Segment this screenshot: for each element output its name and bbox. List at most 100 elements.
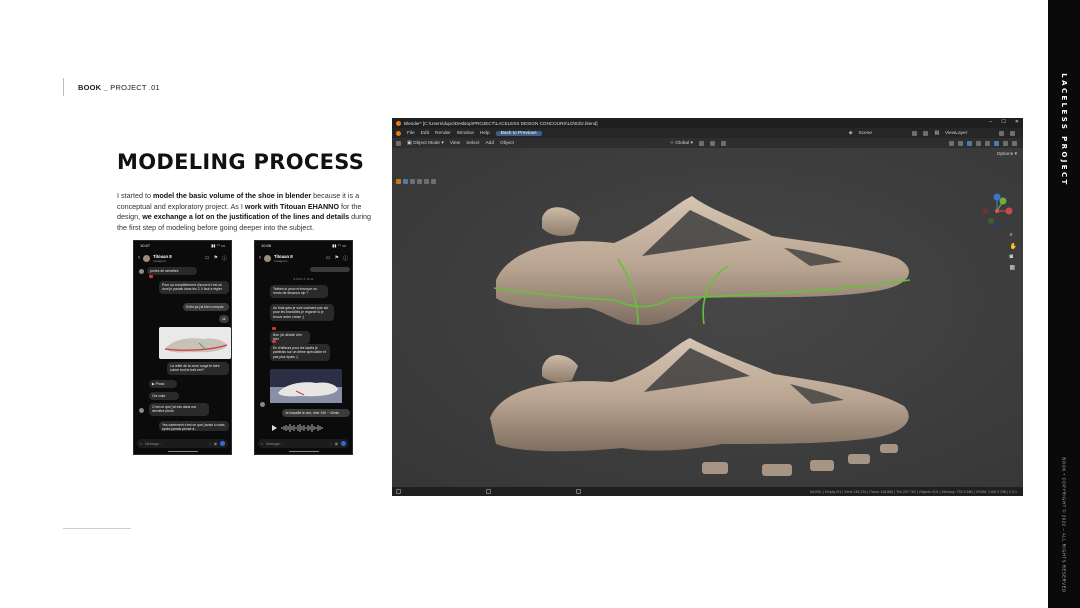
avatar [139, 408, 144, 413]
object-mode-dropdown[interactable]: ▣ Object Mode ▾ [407, 141, 444, 146]
menu-help[interactable]: Help [480, 131, 490, 136]
phone-screenshot-2: 10:58 ▮▮ ◠ ▭ ‹ Titouan E Instagram ▭ ⚑ ⓘ 9 A… [254, 240, 353, 455]
photo-message[interactable]: ▶ Photo [149, 380, 177, 389]
menu-object[interactable]: Object [500, 141, 514, 146]
gizmo-toggle-icon[interactable] [958, 140, 963, 146]
chat-contact[interactable]: Titouan E Instagram [274, 254, 293, 263]
chat-contact[interactable]: Titouan E Instagram [153, 254, 172, 263]
visibility-icon[interactable] [949, 140, 954, 146]
blender-window: Blender* [C:\Users\dupo\Desktop\PROJECT\… [392, 118, 1023, 496]
mode-label: Object Mode [412, 140, 441, 146]
snap-icon[interactable] [709, 140, 715, 146]
page-title: MODELING PROCESS [117, 150, 365, 174]
solid-shading-icon[interactable] [994, 140, 999, 146]
viewport-shading-controls [949, 138, 1017, 148]
intro-bold-3: we exchange a lot on the justification o… [142, 212, 350, 222]
navigation-gizmo[interactable] [979, 193, 1015, 229]
menu-select[interactable]: Select [466, 141, 479, 146]
avatar[interactable] [143, 254, 150, 262]
scene-icon: ◈ [848, 130, 853, 136]
page-header: BOOK _ PROJECT .01 [78, 83, 160, 92]
pivot-icon[interactable] [698, 140, 704, 146]
blender-title-bar: Blender* [C:\Users\dupo\Desktop\PROJECT\… [392, 118, 1023, 128]
scene-close-icon[interactable] [923, 130, 929, 136]
image-icon[interactable]: ▣ [214, 442, 217, 446]
select-box-icon[interactable] [403, 179, 408, 184]
shoe-model-bottom [490, 338, 909, 476]
video-call-icon[interactable]: ▭ [205, 255, 210, 262]
chat-header: ‹ Titouan E Instagram ▭ ⚑ ⓘ [259, 251, 348, 265]
viewport-nav-tools: ⌕ ✋ ◙ ▦ [1010, 232, 1017, 271]
chat-header: ‹ Titouan E Instagram ▭ ⚑ ⓘ [138, 251, 227, 265]
select-extend-icon[interactable] [410, 179, 415, 184]
info-icon[interactable]: ⓘ [222, 255, 227, 262]
3d-viewport[interactable]: ⌕ ✋ ◙ ▦ [392, 148, 1023, 487]
orientation-dropdown[interactable]: ⊹ Global ▾ [670, 141, 693, 146]
back-to-previous-button[interactable]: Back to Previous [495, 130, 542, 136]
z-axis-icon[interactable] [993, 193, 1001, 201]
camera-view-icon[interactable]: ◙ [1010, 254, 1017, 260]
input-placeholder: Message... [266, 441, 283, 446]
scene-field[interactable]: Scene [858, 131, 906, 136]
avatar[interactable] [264, 254, 271, 262]
menu-edit[interactable]: Edit [421, 131, 429, 136]
mic-icon[interactable]: ♪ [330, 442, 332, 446]
neg-z-axis-icon[interactable] [994, 222, 1000, 228]
flag-icon[interactable]: ⚑ [335, 255, 339, 262]
view-layer-field[interactable]: ViewLayer [945, 131, 993, 136]
voice-message[interactable] [270, 423, 350, 433]
rendered-shading-icon[interactable] [1012, 140, 1017, 146]
material-shading-icon[interactable] [1003, 140, 1008, 146]
message-bubble: Au final gars je suis vraiment pas sûr p… [270, 304, 334, 322]
footer-divider [63, 528, 131, 529]
camera-icon[interactable]: ● [140, 442, 142, 446]
menu-render[interactable]: Render [435, 131, 451, 136]
options-label: Options [996, 152, 1014, 157]
overlay-icon[interactable] [967, 140, 972, 146]
message-input[interactable]: ● Message... ♪ ▣ [137, 439, 228, 448]
view-layer-close-icon[interactable] [1010, 130, 1015, 136]
back-arrow-icon[interactable]: ‹ [259, 255, 261, 261]
proportional-icon[interactable] [720, 140, 726, 146]
neg-y-axis-icon[interactable] [988, 218, 994, 224]
shoe-render-photo [270, 369, 342, 403]
select-tool-icon[interactable] [396, 179, 401, 184]
wireframe-shading-icon[interactable] [985, 140, 990, 146]
contact-sub: Instagram [153, 258, 167, 263]
scene-copy-icon[interactable] [912, 130, 918, 136]
minimize-icon[interactable]: – [990, 119, 993, 125]
maximize-icon[interactable]: ☐ [1001, 119, 1005, 125]
editor-type-icon[interactable] [396, 140, 401, 146]
view-layer-copy-icon[interactable] [999, 130, 1004, 136]
video-call-icon[interactable]: ▭ [326, 255, 331, 262]
pan-hand-icon[interactable]: ✋ [1010, 243, 1017, 250]
menu-view[interactable]: View [450, 141, 460, 146]
xray-icon[interactable] [976, 140, 981, 146]
select-invert-icon[interactable] [424, 179, 429, 184]
sticker-icon[interactable] [220, 441, 225, 446]
neg-x-axis-icon[interactable] [982, 208, 988, 214]
close-icon[interactable]: ✕ [1015, 119, 1019, 125]
shoe-render-photo [159, 327, 231, 359]
menu-file[interactable]: File [407, 131, 415, 136]
x-axis-icon[interactable] [1005, 207, 1013, 215]
message-list: portes de semelles Pour ça complètement … [137, 267, 231, 436]
sticker-icon[interactable] [341, 441, 346, 446]
flag-icon[interactable]: ⚑ [214, 255, 218, 262]
zoom-icon[interactable]: ⌕ [1010, 232, 1017, 239]
menu-window[interactable]: Window [457, 131, 474, 136]
grid-view-icon[interactable]: ▦ [1010, 264, 1017, 271]
image-icon[interactable]: ▣ [335, 442, 338, 446]
y-axis-icon[interactable] [999, 197, 1007, 205]
viewport-options[interactable]: Options ▾ [997, 152, 1017, 157]
blender-logo-icon[interactable] [396, 130, 401, 136]
select-intersect-icon[interactable] [431, 179, 436, 184]
phone-status-bar: 10:57 ▮▮ ◠ ▭ [140, 243, 225, 249]
info-icon[interactable]: ⓘ [343, 255, 348, 262]
select-subtract-icon[interactable] [417, 179, 422, 184]
mic-icon[interactable]: ♪ [209, 442, 211, 446]
back-arrow-icon[interactable]: ‹ [138, 255, 140, 261]
message-input[interactable]: ● Message... ♪ ▣ [258, 439, 349, 448]
menu-add[interactable]: Add [485, 141, 494, 146]
camera-icon[interactable]: ● [261, 442, 263, 446]
